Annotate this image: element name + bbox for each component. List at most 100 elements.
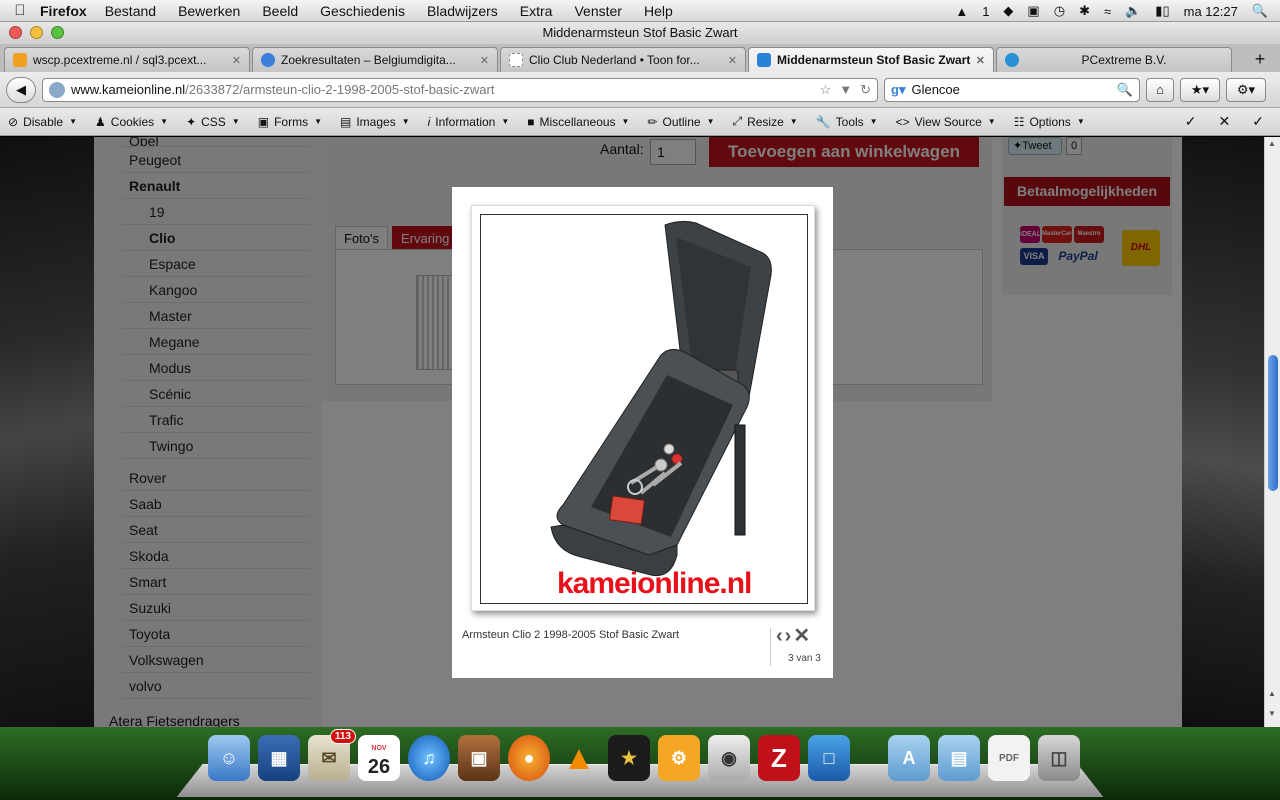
menu-geschiedenis[interactable]: Geschiedenis (320, 3, 405, 19)
check-icon[interactable]: ✓ (1185, 113, 1197, 130)
tab-phpmyadmin[interactable]: wscp.pcextreme.nl / sql3.pcext... ✕ (4, 47, 250, 72)
search-input[interactable]: Glencoe (911, 82, 1116, 97)
scroll-up-arrow-icon[interactable]: ▲ (1268, 139, 1276, 148)
home-button[interactable]: ⌂ (1146, 77, 1174, 102)
scrollbar-thumb[interactable] (1268, 355, 1278, 491)
minimize-window-icon[interactable] (30, 26, 43, 39)
applications-folder-icon[interactable]: A (888, 735, 930, 781)
bookmarks-menu-button[interactable]: ★▾ (1180, 77, 1220, 102)
system-preferences-gear-icon[interactable]: ⚙ (658, 735, 700, 781)
menu-bewerken[interactable]: Bewerken (178, 3, 240, 19)
url-host: www.kameionline.nl (71, 82, 186, 97)
pencil-icon: ✏ (647, 114, 658, 129)
close-window-icon[interactable] (9, 26, 22, 39)
volume-icon[interactable]: 🔈 (1125, 3, 1141, 19)
history-dropdown-icon[interactable]: ▼ (839, 82, 852, 97)
new-tab-button[interactable]: + (1246, 47, 1274, 72)
dropdown-arrow-icon: ▼ (314, 117, 322, 126)
scroll-down-arrow-icon[interactable]: ▼ (1268, 709, 1276, 718)
menu-extra[interactable]: Extra (520, 3, 553, 19)
dev-options-menu[interactable]: ☷ Options ▼ (1014, 115, 1085, 129)
mac-menubar:  Firefox Bestand Bewerken Beeld Geschie… (0, 0, 1280, 22)
itunes-icon[interactable]: ♫ (408, 735, 450, 781)
dev-information-menu[interactable]: i Information ▼ (428, 115, 510, 129)
search-icon[interactable]: 🔍 (1117, 82, 1133, 98)
dev-images-menu[interactable]: ▤ Images ▼ (340, 115, 410, 129)
tab-middenarmsteun[interactable]: Middenarmsteun Stof Basic Zwart ✕ (748, 47, 994, 72)
close-icon[interactable]: ✕ (1219, 113, 1231, 130)
next-arrow-icon[interactable]: › (785, 626, 792, 646)
dev-resize-menu[interactable]: ⤢ Resize ▼ (732, 114, 797, 129)
site-identity-icon[interactable] (49, 81, 65, 98)
menu-help[interactable]: Help (644, 3, 673, 19)
addon-menu-button[interactable]: ⚙▾ (1226, 77, 1266, 102)
wifi-icon[interactable]: ≈ (1104, 4, 1111, 19)
lightbox-divider (770, 628, 771, 666)
info-icon: i (427, 114, 431, 129)
vlc-cone-icon[interactable]: ▲ (558, 735, 600, 781)
close-tab-icon[interactable]: ✕ (976, 54, 985, 67)
trash-icon[interactable]: ◫ (1038, 735, 1080, 781)
mail-stamp-icon[interactable]: ✉ 113 (308, 729, 356, 781)
bluetooth-icon[interactable]: ✱ (1079, 3, 1090, 19)
tab-zoekresultaten[interactable]: Zoekresultaten – Belgiumdigita... ✕ (252, 47, 498, 72)
cube-icon: ■ (527, 114, 535, 129)
dev-cookies-menu[interactable]: ♟ Cookies ▼ (95, 115, 168, 129)
person-icon: ♟ (95, 114, 106, 129)
iphoto-icon[interactable]: ▣ (458, 735, 500, 781)
close-tab-icon[interactable]: ✕ (480, 54, 489, 67)
apple-menu-icon[interactable]:  (0, 2, 40, 19)
back-button[interactable]: ◀ (6, 76, 36, 103)
address-bar[interactable]: www.kameionline.nl/2633872/armsteun-clio… (42, 77, 878, 102)
finder-icon[interactable]: ☺ (208, 735, 250, 781)
dev-tools-menu[interactable]: 🔧 Tools ▼ (816, 115, 878, 129)
menu-beeld[interactable]: Beeld (262, 3, 298, 19)
clock[interactable]: ma 12:27 (1184, 4, 1238, 19)
menu-bestand[interactable]: Bestand (105, 3, 156, 19)
image-capture-icon[interactable]: ◉ (708, 735, 750, 781)
display-icon[interactable]: ▣ (1027, 3, 1039, 19)
imovie-star-icon[interactable]: ★ (608, 735, 650, 781)
dev-outline-menu[interactable]: ✏ Outline ▼ (647, 115, 714, 129)
close-tab-icon[interactable]: ✕ (728, 54, 737, 67)
vertical-scrollbar[interactable]: ▲ ▲ ▼ (1264, 137, 1280, 727)
lightbox: kameionline.nl Armsteun Clio 2 1998-2005… (452, 187, 833, 678)
reload-icon[interactable]: ↻ (860, 82, 871, 98)
menu-bladwijzers[interactable]: Bladwijzers (427, 3, 498, 19)
battery-icon[interactable]: ▮▯ (1155, 3, 1169, 19)
dev-disable-menu[interactable]: ⊘ Disable ▼ (8, 115, 77, 129)
search-bar[interactable]: g▾ Glencoe 🔍 (884, 77, 1140, 102)
close-icon[interactable]: ✕ (793, 626, 810, 646)
previous-arrow-icon[interactable]: ‹ (776, 626, 783, 646)
filezilla-icon[interactable]: Z (758, 735, 800, 781)
close-tab-icon[interactable]: ✕ (232, 54, 241, 67)
window-title: Middenarmsteun Stof Basic Zwart (542, 25, 738, 40)
scroll-up-arrow-icon[interactable]: ▲ (1268, 689, 1276, 698)
vmware-icon[interactable]: □ (808, 735, 850, 781)
time-machine-icon[interactable]: ◷ (1054, 3, 1065, 19)
calendar-icon[interactable]: NOV 26 (358, 735, 400, 781)
code-icon: <> (895, 114, 910, 129)
dev-menu-label: Miscellaneous (539, 114, 616, 129)
app-menu-firefox[interactable]: Firefox (40, 3, 87, 19)
dev-css-menu[interactable]: ✦ CSS ▼ (186, 115, 240, 129)
menu-venster[interactable]: Venster (574, 3, 621, 19)
firefox-icon[interactable]: ● (508, 735, 550, 781)
tab-clio-club[interactable]: Clio Club Nederland • Toon for... ✕ (500, 47, 746, 72)
documents-folder-icon[interactable]: ▤ (938, 735, 980, 781)
watermark-text: kameionline.nl (557, 567, 752, 600)
dev-forms-menu[interactable]: ▣ Forms ▼ (258, 115, 322, 129)
preview-app-icon[interactable]: ▦ (258, 735, 300, 781)
dropbox-icon[interactable]: ◆ (1003, 3, 1013, 19)
dev-miscellaneous-menu[interactable]: ■ Miscellaneous ▼ (527, 115, 629, 129)
check-icon[interactable]: ✓ (1252, 113, 1264, 130)
bookmark-star-icon[interactable]: ☆ (820, 82, 832, 98)
pdf-document-icon[interactable]: PDF (988, 735, 1030, 781)
dev-view-source-menu[interactable]: <> View Source ▼ (896, 115, 996, 129)
google-search-engine-icon[interactable]: g▾ (891, 82, 905, 98)
spotlight-search-icon[interactable]: 🔍 (1252, 3, 1268, 19)
tab-pcextreme[interactable]: PCextreme B.V. (996, 47, 1232, 72)
product-image-armrest[interactable]: kameionline.nl (480, 214, 808, 604)
zoom-window-icon[interactable] (51, 26, 64, 39)
adobe-status-icon[interactable]: ▲ (955, 4, 968, 19)
